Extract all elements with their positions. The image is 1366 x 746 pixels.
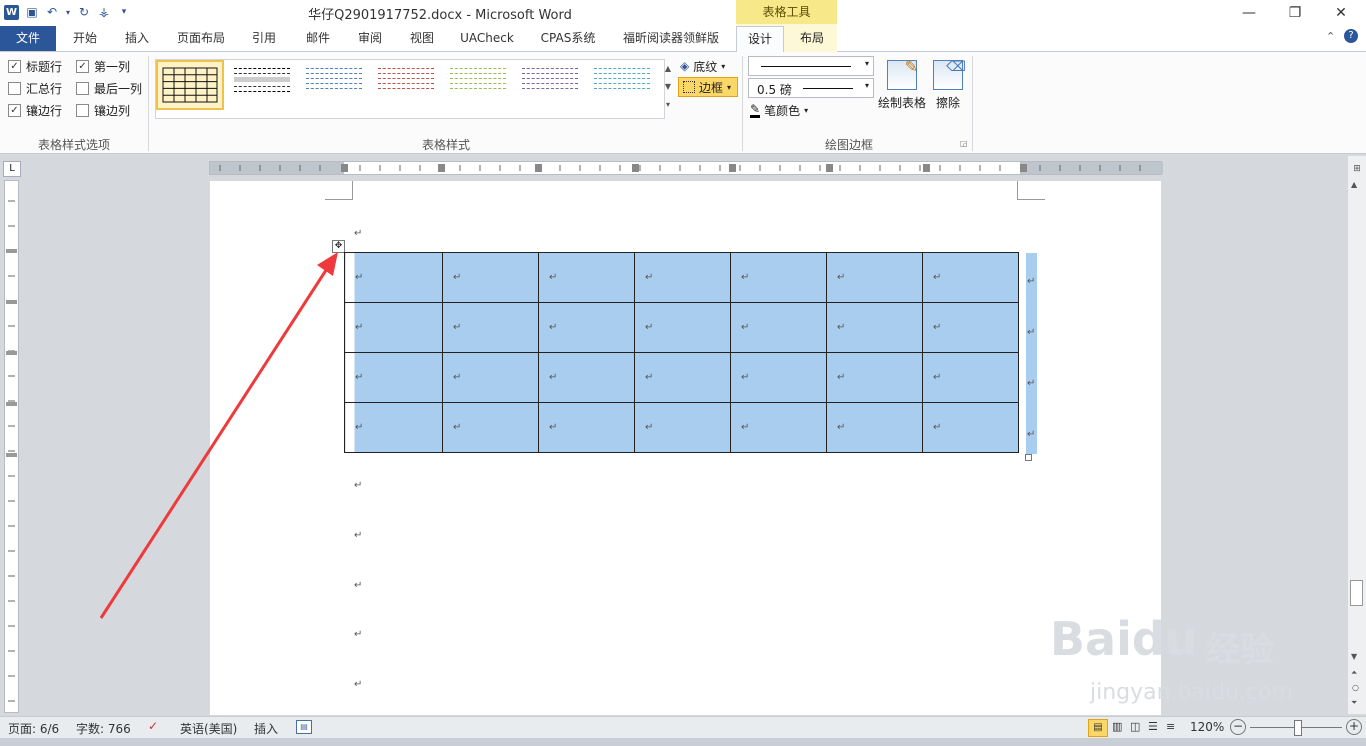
draft-view-icon[interactable]: ≡ xyxy=(1166,720,1175,733)
zoom-out-icon[interactable]: − xyxy=(1230,719,1246,735)
scroll-thumb[interactable] xyxy=(1350,580,1363,606)
zoom-in-icon[interactable]: + xyxy=(1346,719,1362,735)
zoom-level[interactable]: 120% xyxy=(1190,720,1224,734)
status-language[interactable]: 英语(美国) xyxy=(180,720,237,737)
proofing-icon[interactable]: ✓ xyxy=(148,719,158,733)
previous-page-icon[interactable]: ⏶ xyxy=(1351,668,1357,678)
watermark-brand: Baidu xyxy=(1050,612,1198,666)
scroll-down-icon[interactable]: ▼ xyxy=(1351,652,1357,661)
arrow-shaft xyxy=(99,263,332,619)
watermark-cn: 经验 xyxy=(1206,630,1274,670)
browse-object-icon[interactable]: ○ xyxy=(1352,683,1359,692)
macro-recording-icon[interactable]: ▤ xyxy=(296,720,312,734)
vertical-scrollbar[interactable]: ⊞ ▲ ▼ ⏶ ○ ⏷ xyxy=(1348,156,1366,714)
status-words[interactable]: 字数: 766 xyxy=(76,720,131,737)
web-layout-view-icon[interactable]: ◫ xyxy=(1130,720,1140,733)
ruler-toggle-icon[interactable]: ⊞ xyxy=(1351,164,1363,176)
status-bar: 页面: 6/6 字数: 766 ✓ 英语(美国) 插入 ▤ ▤ ▥ ◫ ☰ ≡ … xyxy=(0,716,1366,739)
zoom-slider-thumb[interactable] xyxy=(1294,720,1302,736)
watermark-url: jingyan.baidu.com xyxy=(1090,680,1294,705)
full-screen-view-icon[interactable]: ▥ xyxy=(1112,720,1122,733)
status-mode[interactable]: 插入 xyxy=(254,720,278,737)
outline-view-icon[interactable]: ☰ xyxy=(1148,720,1158,733)
scroll-up-icon[interactable]: ▲ xyxy=(1351,180,1357,189)
arrow-head xyxy=(317,252,338,276)
status-page[interactable]: 页面: 6/6 xyxy=(8,720,59,737)
print-layout-view-icon[interactable]: ▤ xyxy=(1088,719,1108,737)
os-taskbar xyxy=(0,738,1366,746)
next-page-icon[interactable]: ⏷ xyxy=(1351,698,1357,708)
